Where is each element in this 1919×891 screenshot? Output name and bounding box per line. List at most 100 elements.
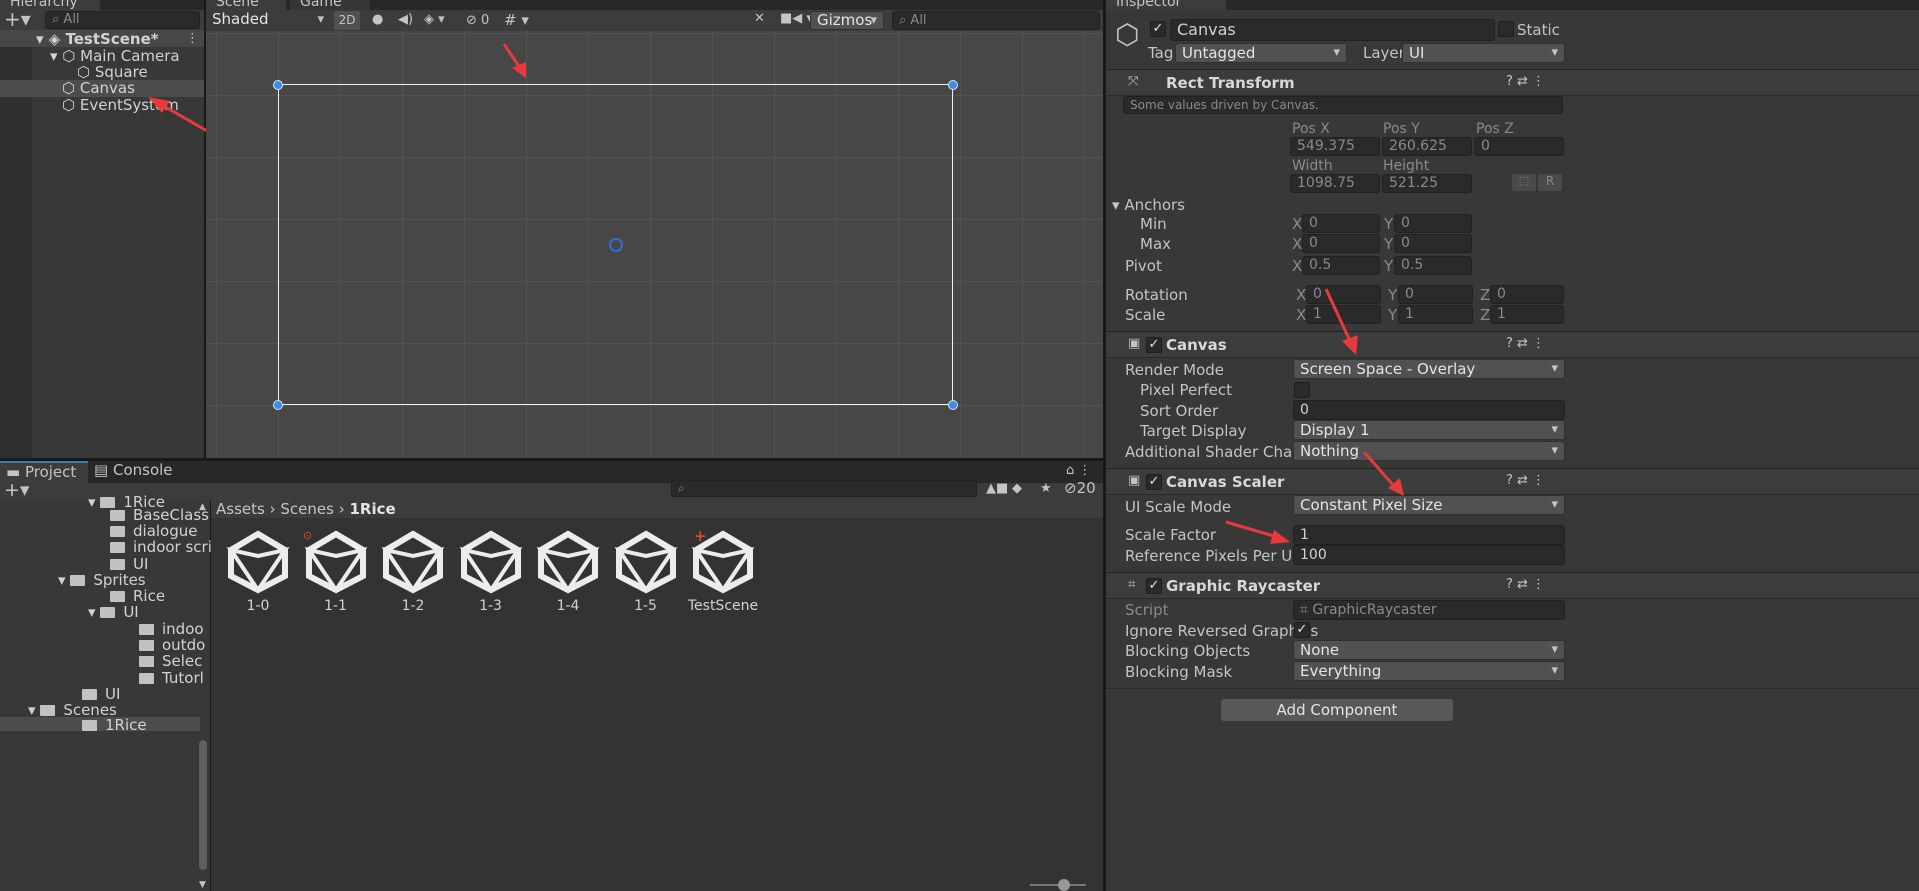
render-mode-dropdown[interactable]: Screen Space - Overlay <box>1293 359 1565 379</box>
name-field[interactable]: Canvas <box>1170 19 1495 41</box>
blueprint-button[interactable]: ⬚ <box>1512 174 1536 191</box>
component-menu-icons[interactable]: ? ⇄ ⋮ <box>1506 336 1545 351</box>
visibility-toggle[interactable]: ⊘ 0 <box>466 11 498 30</box>
corner-handle[interactable] <box>273 80 283 90</box>
effects-icon[interactable]: ◈ ▾ <box>424 12 445 27</box>
label-icon[interactable]: ◆ <box>1012 481 1022 496</box>
height-field[interactable]: 521.25 <box>1382 174 1472 193</box>
tree-item[interactable]: Tutorl <box>139 669 204 687</box>
tools-icon[interactable]: ✕ <box>754 11 765 26</box>
scene-asset-label[interactable]: 1-5 <box>601 598 691 614</box>
tab-inspector[interactable]: Inspector <box>1106 0 1226 10</box>
scene-search-input[interactable]: ⌕ All <box>892 11 1100 30</box>
shader-channels-dropdown[interactable]: Nothing <box>1293 441 1565 461</box>
tree-item[interactable]: 1Rice <box>82 716 147 734</box>
corner-handle[interactable] <box>948 400 958 410</box>
tree-item[interactable]: ▾ UI <box>88 603 139 621</box>
pivot-x[interactable]: 0.5 <box>1302 256 1380 275</box>
ignore-reversed-checkbox[interactable]: ✓ <box>1294 622 1310 638</box>
lock-icon[interactable]: ⌂ ⋮ <box>1066 463 1091 478</box>
audio-icon[interactable]: ◀) <box>398 12 413 27</box>
tag-dropdown[interactable]: Untagged <box>1175 43 1347 63</box>
anchors-label[interactable]: ▾ Anchors <box>1112 196 1185 214</box>
scene-asset-label[interactable]: 1-2 <box>368 598 458 614</box>
anchor-min-y[interactable]: 0 <box>1394 214 1472 233</box>
scene-asset-label[interactable]: 1-3 <box>446 598 536 614</box>
anchor-max-y[interactable]: 0 <box>1394 234 1472 253</box>
tree-scrollbar[interactable] <box>199 740 207 870</box>
component-menu-icons[interactable]: ? ⇄ ⋮ <box>1506 577 1545 592</box>
width-field[interactable]: 1098.75 <box>1290 174 1380 193</box>
kebab-icon[interactable]: ⋮ <box>186 31 199 46</box>
canvas-enabled-checkbox[interactable]: ✓ <box>1146 337 1162 353</box>
gizmos-dropdown[interactable]: Gizmos <box>810 11 884 30</box>
scene-asset-icon[interactable] <box>223 526 293 596</box>
lighting-icon[interactable]: ● <box>372 12 383 27</box>
target-display-dropdown[interactable]: Display 1 <box>1293 420 1565 440</box>
tree-item[interactable]: Selec <box>139 652 202 670</box>
hidden-packages-toggle[interactable]: ⊘20 <box>1064 479 1096 497</box>
scale-y[interactable]: 1 <box>1398 305 1473 324</box>
raycaster-enabled-checkbox[interactable]: ✓ <box>1146 578 1162 594</box>
pixel-perfect-checkbox[interactable] <box>1294 382 1310 398</box>
hierarchy-search-input[interactable]: ⌕ All <box>45 11 200 29</box>
canvas-scaler-enabled-checkbox[interactable]: ✓ <box>1146 474 1162 490</box>
hierarchy-item-canvas[interactable]: ⬡ Canvas <box>62 79 135 97</box>
breadcrumb-scenes[interactable]: Scenes <box>280 500 334 518</box>
add-icon[interactable]: +▾ <box>4 9 31 29</box>
sort-order-field[interactable]: 0 <box>1293 400 1565 420</box>
toggle-2d-button[interactable]: 2D <box>334 11 360 30</box>
static-checkbox[interactable] <box>1498 21 1514 37</box>
component-menu-icons[interactable]: ? ⇄ ⋮ <box>1506 473 1545 488</box>
posy-field[interactable]: 260.625 <box>1382 137 1472 156</box>
corner-handle[interactable] <box>273 400 283 410</box>
component-menu-icons[interactable]: ? ⇄ ⋮ <box>1506 74 1545 89</box>
breadcrumb-assets[interactable]: Assets <box>216 500 265 518</box>
scene-root[interactable]: ▾ ◈ TestScene* <box>36 30 159 48</box>
favorite-icon[interactable]: ★ <box>1040 481 1052 496</box>
zoom-slider-thumb[interactable] <box>1058 879 1070 891</box>
rotation-z[interactable]: 0 <box>1490 285 1564 304</box>
scene-asset-label[interactable]: 1-0 <box>213 598 303 614</box>
console-tab[interactable]: ▤ Console <box>90 461 180 483</box>
tab-scene[interactable]: Scene <box>206 0 286 10</box>
rect-transform-header[interactable]: ⤧ Rect Transform? ⇄ ⋮ <box>1106 69 1919 96</box>
grid-icon[interactable]: # ▾ <box>504 11 529 29</box>
scene-asset-label[interactable]: 1-1 <box>291 598 381 614</box>
scene-asset-label[interactable]: 1-4 <box>523 598 613 614</box>
active-checkbox[interactable]: ✓ <box>1150 21 1166 37</box>
layer-dropdown[interactable]: UI <box>1402 43 1565 63</box>
canvas-header[interactable]: ▣ ✓ Canvas? ⇄ ⋮ <box>1106 331 1919 358</box>
blocking-mask-dropdown[interactable]: Everything <box>1293 661 1565 681</box>
tree-item[interactable]: indoor scri <box>110 538 212 556</box>
pivot-handle[interactable] <box>609 238 623 252</box>
anchor-max-x[interactable]: 0 <box>1302 234 1380 253</box>
anchor-min-x[interactable]: 0 <box>1302 214 1380 233</box>
create-icon[interactable]: +▾ <box>4 481 29 500</box>
project-search-input[interactable]: ⌕ <box>671 480 977 497</box>
filter-type-icon[interactable]: ▲■ <box>986 481 1008 496</box>
breadcrumb-current[interactable]: 1Rice <box>349 500 395 518</box>
posz-field[interactable]: 0 <box>1474 137 1564 156</box>
scene-asset-icon[interactable] <box>456 526 526 596</box>
posx-field[interactable]: 549.375 <box>1290 137 1380 156</box>
script-field[interactable]: ⌗ GraphicRaycaster <box>1293 600 1565 620</box>
canvas-scaler-header[interactable]: ▣ ✓ Canvas Scaler? ⇄ ⋮ <box>1106 468 1919 495</box>
tab-game[interactable]: Game <box>290 0 370 10</box>
scene-asset-icon[interactable] <box>378 526 448 596</box>
corner-handle[interactable] <box>948 80 958 90</box>
ui-scale-mode-dropdown[interactable]: Constant Pixel Size <box>1293 495 1565 515</box>
camera-icon[interactable]: ■◀ ▾ <box>780 11 813 26</box>
scroll-down-icon[interactable]: ▼ <box>199 880 206 890</box>
graphic-raycaster-header[interactable]: ⌗ ✓ Graphic Raycaster? ⇄ ⋮ <box>1106 572 1919 599</box>
scroll-up-icon[interactable]: ▲ <box>199 502 206 512</box>
pivot-y[interactable]: 0.5 <box>1394 256 1472 275</box>
scale-factor-field[interactable]: 1 <box>1293 525 1565 545</box>
add-component-button[interactable]: Add Component <box>1221 699 1453 721</box>
shading-dropdown[interactable]: Shaded <box>206 10 330 31</box>
scene-asset-label[interactable]: TestScene <box>678 598 768 614</box>
rotation-y[interactable]: 0 <box>1398 285 1473 304</box>
scene-asset-icon[interactable] <box>611 526 681 596</box>
scene-asset-icon[interactable] <box>533 526 603 596</box>
scale-z[interactable]: 1 <box>1490 305 1564 324</box>
